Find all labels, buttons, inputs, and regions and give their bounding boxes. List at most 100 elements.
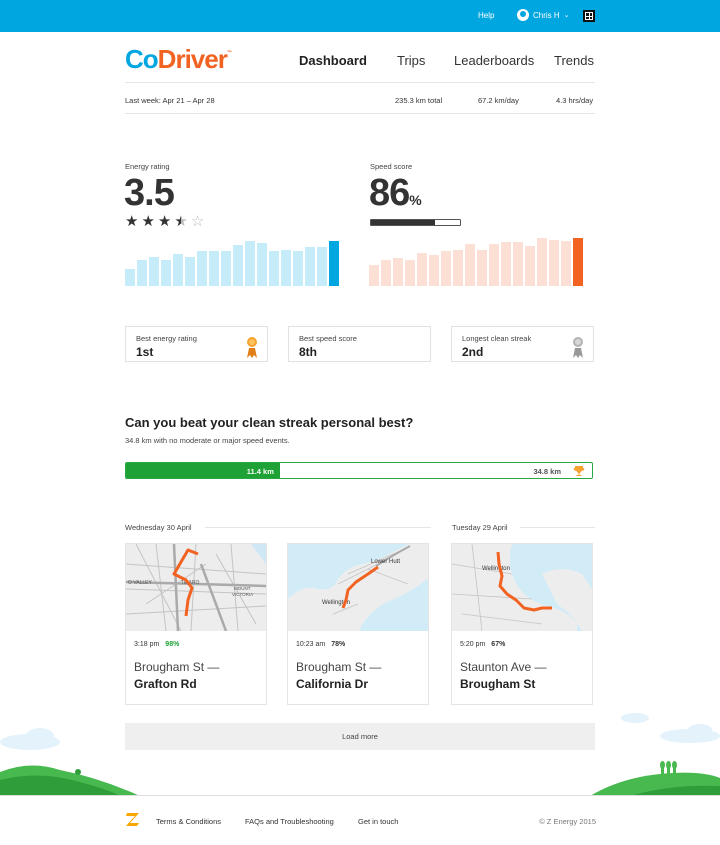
speed-score-label: Speed score — [370, 162, 413, 171]
chart-bar — [233, 245, 243, 286]
svg-text:O VALLEY: O VALLEY — [128, 580, 152, 586]
day-divider — [205, 527, 431, 528]
trip-to: Brougham St — [460, 677, 536, 691]
chart-bar — [369, 265, 379, 286]
day-divider — [520, 527, 595, 528]
trip-card[interactable]: O VALLEY TE ARO MOUNT VICTORIA 3:18 pm 98… — [125, 543, 267, 705]
chart-bar — [317, 247, 327, 286]
chart-bar — [281, 250, 291, 286]
achievement-card-streak: Longest clean streak 2nd — [451, 326, 594, 362]
speed-score-bar — [370, 219, 461, 226]
star-icon: ★ — [174, 213, 188, 230]
speed-score-value: 86% — [369, 172, 422, 214]
svg-text:Lower Hutt: Lower Hutt — [371, 559, 400, 565]
footer-copyright: © Z Energy 2015 — [539, 817, 596, 826]
streak-title: Can you beat your clean streak personal … — [125, 415, 414, 430]
chart-bar — [549, 240, 559, 286]
trip-from: Brougham St — — [296, 660, 382, 674]
top-bar: Help Chris H ⌄ — [0, 0, 720, 32]
chevron-down-icon: ⌄ — [563, 12, 570, 19]
energy-bar-chart — [125, 238, 339, 286]
app-grid-icon[interactable] — [583, 10, 595, 22]
chart-bar — [221, 251, 231, 286]
trip-map: Wellington — [452, 544, 592, 631]
streak-progress-bar: 11.4 km 34.8 km — [125, 462, 593, 479]
trip-card[interactable]: Lower Hutt Wellington 10:23 am 78% Brough… — [287, 543, 429, 705]
header-divider — [125, 82, 595, 83]
chart-bar — [405, 260, 415, 286]
streak-goal: 34.8 km — [533, 467, 561, 476]
summary-total: 235.3 km total — [395, 96, 443, 105]
trip-to: Grafton Rd — [134, 677, 197, 691]
speed-bar-chart — [369, 238, 583, 286]
nav-dashboard[interactable]: Dashboard — [299, 53, 367, 68]
chart-bar — [393, 258, 403, 286]
chart-bar — [245, 241, 255, 286]
trip-from: Staunton Ave — — [460, 660, 547, 674]
chart-bar — [441, 251, 451, 286]
summary-hours: 4.3 hrs/day — [556, 96, 594, 105]
chart-bar — [209, 251, 219, 286]
footer-terms-link[interactable]: Terms & Conditions — [156, 817, 221, 826]
trip-map: Lower Hutt Wellington — [288, 544, 428, 631]
star-icon: ☆ — [190, 213, 205, 230]
chart-bar — [161, 260, 171, 286]
svg-text:VICTORIA: VICTORIA — [232, 592, 253, 597]
user-name: Chris H — [533, 10, 560, 20]
chart-bar — [537, 238, 547, 286]
energy-stars: ★ ★ ★ ★ ☆ — [125, 214, 204, 229]
user-menu[interactable]: Chris H ⌄ — [517, 9, 570, 21]
codriver-logo[interactable]: CoDriver™ — [125, 44, 232, 75]
energy-rating-value: 3.5 — [124, 172, 175, 214]
help-link[interactable]: Help — [478, 11, 494, 20]
chart-bar — [305, 247, 315, 286]
trip-map: O VALLEY TE ARO MOUNT VICTORIA — [126, 544, 266, 631]
gold-medal-icon — [247, 337, 257, 358]
chart-bar — [489, 244, 499, 286]
footer-contact-link[interactable]: Get in touch — [358, 817, 398, 826]
chart-bar — [149, 257, 159, 286]
summary-divider — [125, 113, 595, 114]
star-icon: ★ — [157, 213, 172, 230]
chart-bar — [293, 251, 303, 286]
trip-from: Brougham St — — [134, 660, 220, 674]
trip-meta: 10:23 am 78% — [296, 641, 346, 648]
trip-card[interactable]: Wellington 5:20 pm 67% Staunton Ave — Bro… — [451, 543, 593, 705]
nav-leaderboards[interactable]: Leaderboards — [454, 53, 534, 68]
chart-bar — [329, 241, 339, 286]
nav-trips[interactable]: Trips — [397, 53, 425, 68]
summary-period: Last week: Apr 21 – Apr 28 — [125, 96, 215, 105]
chart-bar — [573, 238, 583, 286]
footer: Terms & Conditions FAQs and Troubleshoot… — [0, 795, 720, 845]
chart-bar — [501, 242, 511, 286]
trip-to: California Dr — [296, 677, 369, 691]
star-icon: ★ — [125, 213, 139, 230]
nav-trends[interactable]: Trends — [554, 53, 594, 68]
z-energy-logo-icon[interactable] — [125, 811, 141, 827]
trophy-icon — [573, 466, 585, 476]
streak-subtitle: 34.8 km with no moderate or major speed … — [125, 436, 290, 445]
chart-bar — [429, 255, 439, 286]
achievement-card-speed: Best speed score 8th — [288, 326, 431, 362]
chart-bar — [465, 244, 475, 286]
chart-bar — [173, 254, 183, 286]
star-icon: ★ — [141, 213, 155, 230]
chart-bar — [381, 260, 391, 286]
energy-rating-label: Energy rating — [125, 162, 170, 171]
svg-text:Wellington: Wellington — [482, 566, 510, 572]
chart-bar — [257, 243, 267, 286]
chart-bar — [477, 250, 487, 286]
chart-bar — [185, 257, 195, 286]
summary-per-day: 67.2 km/day — [478, 96, 519, 105]
chart-bar — [197, 251, 207, 286]
trip-meta: 3:18 pm 98% — [134, 641, 180, 648]
trip-meta: 5:20 pm 67% — [460, 641, 506, 648]
avatar-icon — [517, 9, 529, 21]
day-label-tuesday: Tuesday 29 April — [452, 523, 516, 532]
chart-bar — [513, 242, 523, 286]
chart-bar — [561, 241, 571, 286]
footer-faq-link[interactable]: FAQs and Troubleshooting — [245, 817, 334, 826]
streak-current: 11.4 km — [246, 467, 274, 476]
chart-bar — [417, 253, 427, 286]
day-label-wednesday: Wednesday 30 April — [125, 523, 200, 532]
